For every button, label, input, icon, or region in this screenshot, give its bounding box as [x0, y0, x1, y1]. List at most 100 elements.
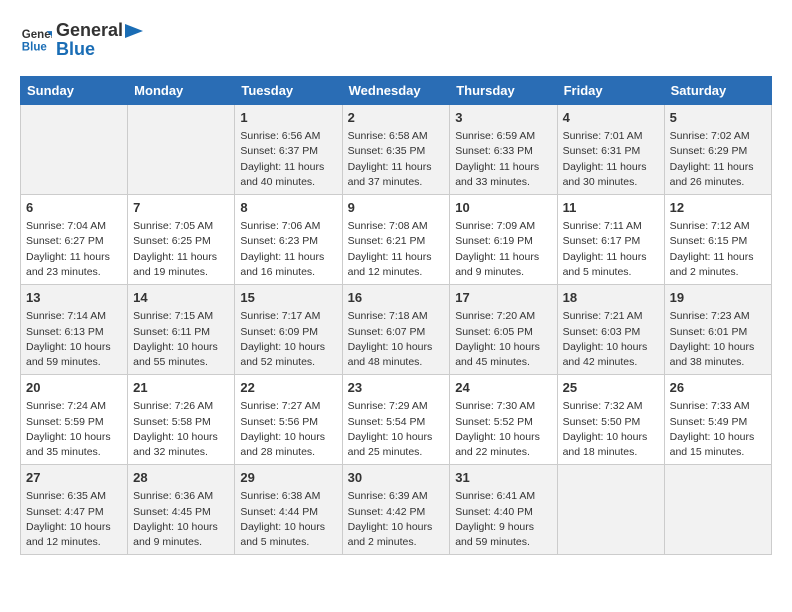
day-cell: 16 Sunrise: 7:18 AM Sunset: 6:07 PM Dayli… [342, 285, 450, 375]
day-detail: Sunrise: 6:35 AM Sunset: 4:47 PM Dayligh… [26, 489, 122, 550]
day-cell: 10Sunrise: 7:09 AM Sunset: 6:19 PM Dayli… [450, 195, 557, 285]
day-cell: 31 Sunrise: 6:41 AM Sunset: 4:40 PM Dayli… [450, 465, 557, 555]
week-row-4: 20Sunrise: 7:24 AM Sunset: 5:59 PM Dayli… [21, 375, 772, 465]
day-number: 7 [133, 199, 229, 217]
day-cell [21, 105, 128, 195]
logo: General Blue General Blue [20, 20, 143, 60]
day-cell [664, 465, 771, 555]
day-cell: 1 Sunrise: 6:56 AM Sunset: 6:37 PM Daylig… [235, 105, 342, 195]
logo-blue: Blue [56, 39, 143, 60]
day-number: 9 [348, 199, 445, 217]
logo-icon: General Blue [20, 24, 52, 56]
day-detail: Sunrise: 7:02 AM Sunset: 6:29 PM Dayligh… [670, 129, 766, 190]
day-detail: Sunrise: 7:23 AM Sunset: 6:01 PM Dayligh… [670, 309, 766, 370]
day-detail: Sunrise: 7:24 AM Sunset: 5:59 PM Dayligh… [26, 399, 122, 460]
day-number: 29 [240, 469, 336, 487]
day-detail: Sunrise: 7:08 AM Sunset: 6:21 PM Dayligh… [348, 219, 445, 280]
day-cell: 13 Sunrise: 7:14 AM Sunset: 6:13 PM Dayli… [21, 285, 128, 375]
day-number: 11 [563, 199, 659, 217]
day-cell: 14 Sunrise: 7:15 AM Sunset: 6:11 PM Dayli… [128, 285, 235, 375]
day-detail: Sunrise: 7:21 AM Sunset: 6:03 PM Dayligh… [563, 309, 659, 370]
day-detail: Sunrise: 7:27 AM Sunset: 5:56 PM Dayligh… [240, 399, 336, 460]
day-cell: 24 Sunrise: 7:30 AM Sunset: 5:52 PM Dayli… [450, 375, 557, 465]
day-cell: 21 Sunrise: 7:26 AM Sunset: 5:58 PM Dayli… [128, 375, 235, 465]
day-detail: Sunrise: 7:15 AM Sunset: 6:11 PM Dayligh… [133, 309, 229, 370]
day-number: 17 [455, 289, 551, 307]
col-header-friday: Friday [557, 77, 664, 105]
day-number: 16 [348, 289, 445, 307]
day-number: 25 [563, 379, 659, 397]
col-header-thursday: Thursday [450, 77, 557, 105]
day-cell: 11 Sunrise: 7:11 AM Sunset: 6:17 PM Dayli… [557, 195, 664, 285]
svg-text:Blue: Blue [22, 42, 48, 54]
day-detail: Sunrise: 6:59 AM Sunset: 6:33 PM Dayligh… [455, 129, 551, 190]
calendar-header-row: SundayMondayTuesdayWednesdayThursdayFrid… [21, 77, 772, 105]
col-header-tuesday: Tuesday [235, 77, 342, 105]
day-number: 8 [240, 199, 336, 217]
day-detail: Sunrise: 6:41 AM Sunset: 4:40 PM Dayligh… [455, 489, 551, 550]
day-cell: 23Sunrise: 7:29 AM Sunset: 5:54 PM Dayli… [342, 375, 450, 465]
day-cell: 29 Sunrise: 6:38 AM Sunset: 4:44 PM Dayli… [235, 465, 342, 555]
day-number: 27 [26, 469, 122, 487]
day-cell: 22 Sunrise: 7:27 AM Sunset: 5:56 PM Dayli… [235, 375, 342, 465]
day-number: 30 [348, 469, 445, 487]
day-number: 1 [240, 109, 336, 127]
day-number: 31 [455, 469, 551, 487]
day-detail: Sunrise: 7:18 AM Sunset: 6:07 PM Dayligh… [348, 309, 445, 370]
day-detail: Sunrise: 7:26 AM Sunset: 5:58 PM Dayligh… [133, 399, 229, 460]
logo-general: General [56, 20, 123, 41]
week-row-1: 1 Sunrise: 6:56 AM Sunset: 6:37 PM Daylig… [21, 105, 772, 195]
day-cell: 20Sunrise: 7:24 AM Sunset: 5:59 PM Dayli… [21, 375, 128, 465]
day-detail: Sunrise: 7:11 AM Sunset: 6:17 PM Dayligh… [563, 219, 659, 280]
day-number: 21 [133, 379, 229, 397]
day-cell: 25 Sunrise: 7:32 AM Sunset: 5:50 PM Dayli… [557, 375, 664, 465]
day-number: 18 [563, 289, 659, 307]
day-detail: Sunrise: 7:17 AM Sunset: 6:09 PM Dayligh… [240, 309, 336, 370]
day-cell [128, 105, 235, 195]
day-detail: Sunrise: 7:12 AM Sunset: 6:15 PM Dayligh… [670, 219, 766, 280]
day-detail: Sunrise: 7:20 AM Sunset: 6:05 PM Dayligh… [455, 309, 551, 370]
week-row-5: 27 Sunrise: 6:35 AM Sunset: 4:47 PM Dayli… [21, 465, 772, 555]
day-detail: Sunrise: 6:58 AM Sunset: 6:35 PM Dayligh… [348, 129, 445, 190]
day-detail: Sunrise: 6:38 AM Sunset: 4:44 PM Dayligh… [240, 489, 336, 550]
day-detail: Sunrise: 7:04 AM Sunset: 6:27 PM Dayligh… [26, 219, 122, 280]
logo-arrow-icon [125, 24, 143, 38]
day-cell: 12 Sunrise: 7:12 AM Sunset: 6:15 PM Dayli… [664, 195, 771, 285]
day-number: 19 [670, 289, 766, 307]
col-header-wednesday: Wednesday [342, 77, 450, 105]
day-detail: Sunrise: 7:01 AM Sunset: 6:31 PM Dayligh… [563, 129, 659, 190]
day-number: 24 [455, 379, 551, 397]
day-number: 3 [455, 109, 551, 127]
day-cell: 19 Sunrise: 7:23 AM Sunset: 6:01 PM Dayli… [664, 285, 771, 375]
day-detail: Sunrise: 7:14 AM Sunset: 6:13 PM Dayligh… [26, 309, 122, 370]
col-header-sunday: Sunday [21, 77, 128, 105]
day-cell: 6Sunrise: 7:04 AM Sunset: 6:27 PM Daylig… [21, 195, 128, 285]
day-number: 13 [26, 289, 122, 307]
day-cell: 7Sunrise: 7:05 AM Sunset: 6:25 PM Daylig… [128, 195, 235, 285]
day-cell: 2Sunrise: 6:58 AM Sunset: 6:35 PM Daylig… [342, 105, 450, 195]
day-number: 23 [348, 379, 445, 397]
day-detail: Sunrise: 7:33 AM Sunset: 5:49 PM Dayligh… [670, 399, 766, 460]
day-cell: 27 Sunrise: 6:35 AM Sunset: 4:47 PM Dayli… [21, 465, 128, 555]
day-detail: Sunrise: 7:30 AM Sunset: 5:52 PM Dayligh… [455, 399, 551, 460]
day-detail: Sunrise: 6:56 AM Sunset: 6:37 PM Dayligh… [240, 129, 336, 190]
svg-text:General: General [22, 29, 52, 41]
day-cell: 8Sunrise: 7:06 AM Sunset: 6:23 PM Daylig… [235, 195, 342, 285]
day-cell: 4Sunrise: 7:01 AM Sunset: 6:31 PM Daylig… [557, 105, 664, 195]
week-row-2: 6Sunrise: 7:04 AM Sunset: 6:27 PM Daylig… [21, 195, 772, 285]
day-detail: Sunrise: 7:32 AM Sunset: 5:50 PM Dayligh… [563, 399, 659, 460]
day-detail: Sunrise: 6:39 AM Sunset: 4:42 PM Dayligh… [348, 489, 445, 550]
day-cell: 17 Sunrise: 7:20 AM Sunset: 6:05 PM Dayli… [450, 285, 557, 375]
day-number: 26 [670, 379, 766, 397]
col-header-monday: Monday [128, 77, 235, 105]
day-number: 22 [240, 379, 336, 397]
day-number: 14 [133, 289, 229, 307]
day-cell [557, 465, 664, 555]
day-number: 5 [670, 109, 766, 127]
week-row-3: 13 Sunrise: 7:14 AM Sunset: 6:13 PM Dayli… [21, 285, 772, 375]
page-header: General Blue General Blue [20, 20, 772, 60]
day-cell: 3 Sunrise: 6:59 AM Sunset: 6:33 PM Daylig… [450, 105, 557, 195]
day-cell: 18 Sunrise: 7:21 AM Sunset: 6:03 PM Dayli… [557, 285, 664, 375]
day-detail: Sunrise: 6:36 AM Sunset: 4:45 PM Dayligh… [133, 489, 229, 550]
day-number: 12 [670, 199, 766, 217]
